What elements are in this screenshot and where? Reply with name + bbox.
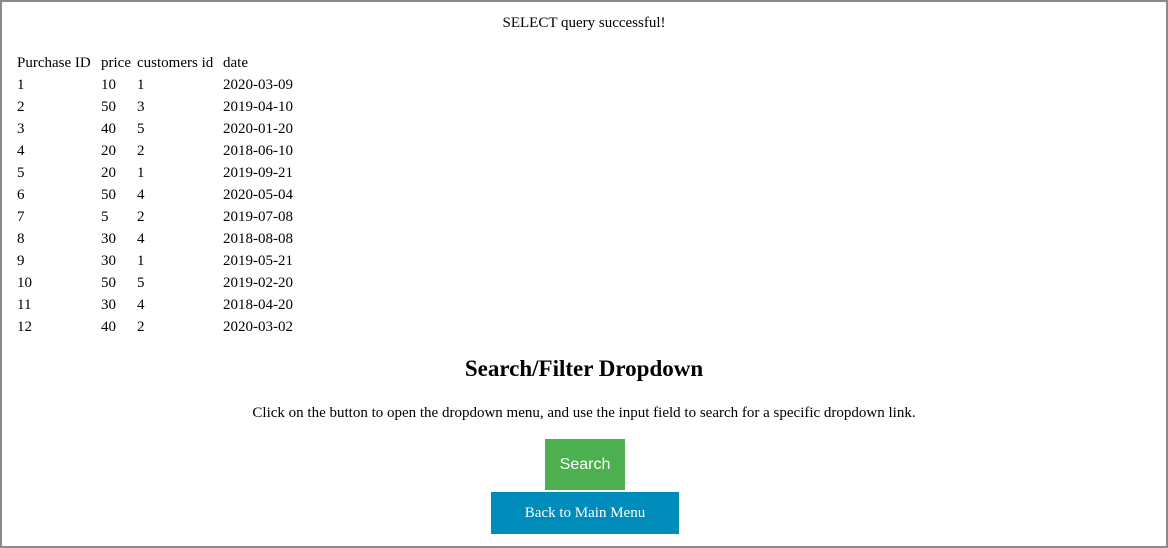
table-row: 10 50 5 2019-02-20: [16, 272, 294, 294]
cell-price: 30: [101, 253, 116, 269]
table-row: 11 30 4 2018-04-20: [16, 294, 294, 316]
cell-customers-id: 1: [137, 77, 145, 93]
table-row: 4 20 2 2018-06-10: [16, 140, 294, 162]
cell-purchase-id: 3: [17, 121, 25, 137]
back-to-main-menu-button[interactable]: Back to Main Menu: [491, 492, 679, 534]
cell-date: 2020-05-04: [223, 187, 293, 203]
cell-customers-id: 2: [137, 143, 145, 159]
cell-date: 2019-09-21: [223, 165, 293, 181]
cell-customers-id: 2: [137, 209, 145, 225]
cell-customers-id: 5: [137, 275, 145, 291]
cell-purchase-id: 7: [17, 209, 25, 225]
table-row: 12 40 2 2020-03-02: [16, 316, 294, 338]
cell-purchase-id: 12: [17, 319, 32, 335]
table-row: 1 10 1 2020-03-09: [16, 74, 294, 96]
cell-purchase-id: 5: [17, 165, 25, 181]
search-button[interactable]: Search: [545, 439, 625, 490]
status-message: SELECT query successful!: [502, 15, 666, 31]
results-table: Purchase ID price customers id date 1 10 1…: [16, 52, 294, 338]
header-price: price: [101, 55, 131, 71]
cell-price: 40: [101, 121, 116, 137]
cell-date: 2020-03-09: [223, 77, 293, 93]
cell-customers-id: 1: [137, 165, 145, 181]
cell-purchase-id: 6: [17, 187, 25, 203]
cell-customers-id: 1: [137, 253, 145, 269]
cell-price: 30: [101, 231, 116, 247]
table-row: 7 5 2 2019-07-08: [16, 206, 294, 228]
cell-date: 2020-03-02: [223, 319, 293, 335]
cell-date: 2020-01-20: [223, 121, 293, 137]
cell-purchase-id: 11: [17, 297, 32, 313]
cell-customers-id: 4: [137, 297, 145, 313]
table-row: 2 50 3 2019-04-10: [16, 96, 294, 118]
table-row: 6 50 4 2020-05-04: [16, 184, 294, 206]
cell-purchase-id: 2: [17, 99, 25, 115]
cell-customers-id: 3: [137, 99, 145, 115]
cell-customers-id: 5: [137, 121, 145, 137]
cell-date: 2019-07-08: [223, 209, 293, 225]
header-customers-id: customers id: [137, 55, 214, 71]
cell-purchase-id: 9: [17, 253, 25, 269]
header-purchase-id: Purchase ID: [17, 55, 91, 71]
cell-purchase-id: 1: [17, 77, 25, 93]
cell-price: 50: [101, 187, 116, 203]
cell-customers-id: 4: [137, 231, 145, 247]
cell-date: 2019-04-10: [223, 99, 293, 115]
cell-price: 10: [101, 77, 116, 93]
cell-price: 5: [101, 209, 109, 225]
table-row: 3 40 5 2020-01-20: [16, 118, 294, 140]
table-row: 8 30 4 2018-08-08: [16, 228, 294, 250]
section-title: Search/Filter Dropdown: [464, 356, 704, 381]
cell-purchase-id: 8: [17, 231, 25, 247]
instructions-text: Click on the button to open the dropdown…: [252, 405, 916, 421]
cell-date: 2018-06-10: [223, 143, 293, 159]
cell-price: 50: [101, 99, 116, 115]
cell-price: 20: [101, 143, 116, 159]
cell-price: 20: [101, 165, 116, 181]
cell-customers-id: 2: [137, 319, 145, 335]
content-frame: SELECT query successful! Purchase ID pri…: [0, 0, 1168, 548]
table-header-row: Purchase ID price customers id date: [16, 52, 294, 74]
cell-date: 2018-04-20: [223, 297, 293, 313]
table-row: 9 30 1 2019-05-21: [16, 250, 294, 272]
header-date: date: [223, 55, 248, 71]
cell-customers-id: 4: [137, 187, 145, 203]
table-row: 5 20 1 2019-09-21: [16, 162, 294, 184]
cell-date: 2019-02-20: [223, 275, 293, 291]
cell-price: 50: [101, 275, 116, 291]
cell-date: 2019-05-21: [223, 253, 293, 269]
cell-purchase-id: 10: [17, 275, 32, 291]
cell-purchase-id: 4: [17, 143, 25, 159]
cell-date: 2018-08-08: [223, 231, 293, 247]
cell-price: 40: [101, 319, 116, 335]
cell-price: 30: [101, 297, 116, 313]
